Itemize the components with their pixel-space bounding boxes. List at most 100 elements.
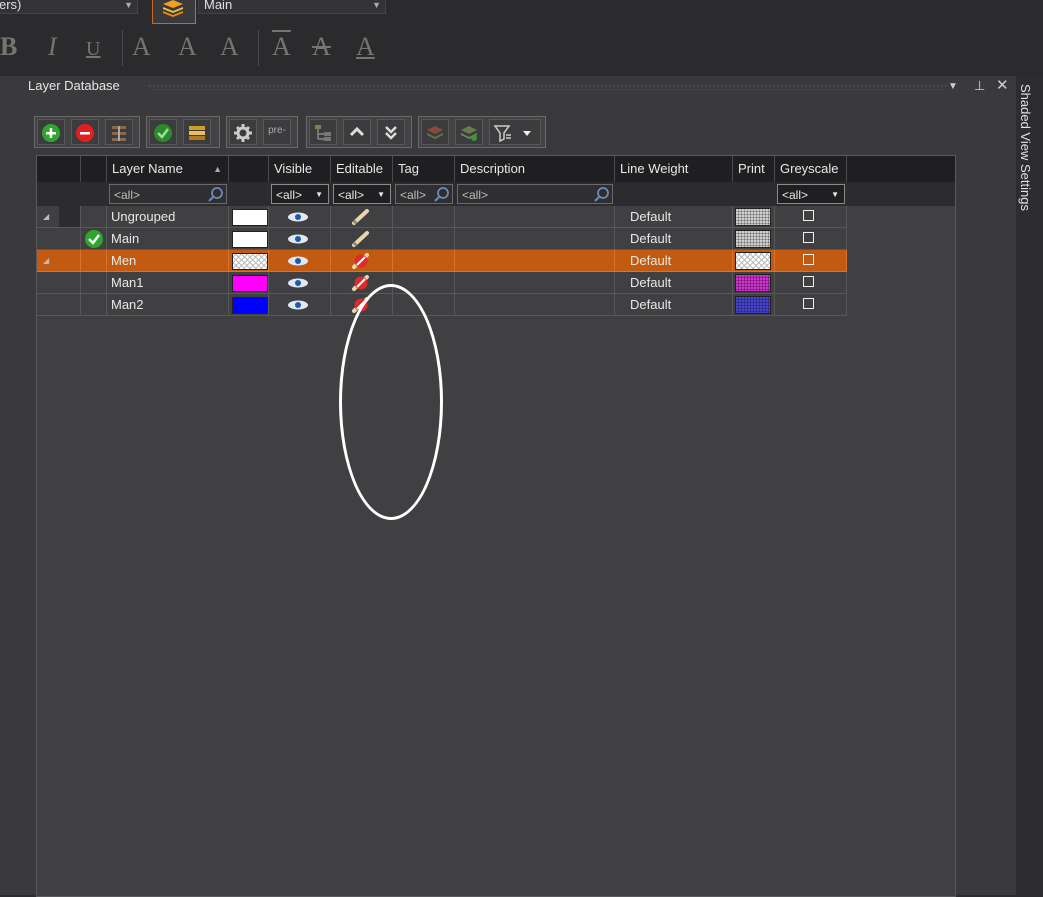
expander-cell[interactable] (37, 294, 59, 316)
editable-cell[interactable] (331, 228, 393, 250)
new-group-button[interactable] (309, 119, 337, 145)
expand-arrow-icon[interactable]: ◢ (43, 206, 49, 228)
dropdown-icon[interactable]: ▼ (948, 81, 958, 92)
expander-cell[interactable] (37, 228, 59, 250)
current-cell[interactable] (81, 294, 107, 316)
table-row[interactable]: Man2 Default (37, 294, 955, 316)
print-cell[interactable] (733, 228, 775, 250)
description-cell[interactable] (455, 228, 615, 250)
current-cell[interactable] (81, 228, 107, 250)
color-cell[interactable] (229, 206, 269, 228)
header-visible[interactable]: Visible (269, 156, 331, 182)
bold-button[interactable]: B (0, 32, 17, 62)
greyscale-cell[interactable] (775, 294, 847, 316)
greyscale-checkbox[interactable] (803, 232, 814, 243)
greyscale-checkbox[interactable] (803, 254, 814, 265)
print-cell[interactable] (733, 250, 775, 272)
table-row[interactable]: Man1 Default (37, 272, 955, 294)
layer-name-cell[interactable]: Main (107, 228, 229, 250)
filter-visible[interactable]: <all> ▼ (271, 184, 329, 204)
move-down-button[interactable] (377, 119, 405, 145)
pre-button[interactable]: pre- (263, 119, 291, 145)
current-cell[interactable] (81, 206, 107, 228)
greyscale-cell[interactable] (775, 272, 847, 294)
tag-cell[interactable] (393, 228, 455, 250)
expander-cell[interactable]: ◢ (37, 250, 59, 272)
italic-button[interactable]: I (48, 32, 57, 62)
visible-cell[interactable] (269, 272, 331, 294)
align-center-button[interactable]: A (178, 32, 197, 62)
tag-cell[interactable] (393, 206, 455, 228)
editable-cell[interactable] (331, 206, 393, 228)
editable-cell[interactable] (331, 250, 393, 272)
layer-name-cell[interactable]: Men (107, 250, 229, 272)
visible-cell[interactable] (269, 294, 331, 316)
move-up-button[interactable] (343, 119, 371, 145)
visible-cell[interactable] (269, 250, 331, 272)
merge-layer-button[interactable] (105, 119, 133, 145)
color-cell[interactable] (229, 294, 269, 316)
line-weight-cell[interactable]: Default (615, 272, 733, 294)
shaded-view-settings-tab[interactable]: Shaded View Settings (1016, 76, 1043, 895)
header-layer-name[interactable]: Layer Name ▲ (107, 156, 229, 182)
expand-arrow-icon[interactable]: ◢ (43, 250, 49, 272)
strikethrough-button[interactable]: A (312, 32, 331, 62)
filter-layer-name[interactable]: <all> (109, 184, 227, 204)
layer-name-cell[interactable]: Ungrouped (107, 206, 229, 228)
expander-cell[interactable] (37, 272, 59, 294)
underline-button[interactable]: U (86, 38, 100, 61)
panel-grip[interactable] (148, 84, 948, 90)
greyscale-checkbox[interactable] (803, 210, 814, 221)
settings-button[interactable] (229, 119, 257, 145)
isolate-button[interactable] (421, 119, 449, 145)
visible-cell[interactable] (269, 206, 331, 228)
greyscale-checkbox[interactable] (803, 276, 814, 287)
table-row[interactable]: Main Default (37, 228, 955, 250)
header-greyscale[interactable]: Greyscale (775, 156, 847, 182)
header-line-weight[interactable]: Line Weight (615, 156, 733, 182)
current-cell[interactable] (81, 272, 107, 294)
current-layer-combo[interactable]: Main ▼ (198, 0, 386, 14)
align-right-button[interactable]: A (220, 32, 239, 62)
layer-name-cell[interactable]: Man2 (107, 294, 229, 316)
line-weight-cell[interactable]: Default (615, 206, 733, 228)
header-print[interactable]: Print (733, 156, 775, 182)
filter-tag[interactable]: <all> (395, 184, 453, 204)
print-cell[interactable] (733, 294, 775, 316)
line-weight-cell[interactable]: Default (615, 294, 733, 316)
filter-greyscale[interactable]: <all> ▼ (777, 184, 845, 204)
delete-layer-button[interactable] (71, 119, 99, 145)
description-cell[interactable] (455, 294, 615, 316)
view-combo[interactable]: ers) ▼ (0, 0, 138, 14)
greyscale-cell[interactable] (775, 228, 847, 250)
line-weight-cell[interactable]: Default (615, 250, 733, 272)
show-all-button[interactable] (455, 119, 483, 145)
header-editable[interactable]: Editable (331, 156, 393, 182)
close-icon[interactable]: ✕ (996, 76, 1009, 94)
tag-cell[interactable] (393, 250, 455, 272)
greyscale-cell[interactable] (775, 250, 847, 272)
greyscale-cell[interactable] (775, 206, 847, 228)
align-left-button[interactable]: A (132, 32, 151, 62)
layer-properties-button[interactable] (183, 119, 211, 145)
table-row[interactable]: ◢ Men Default (37, 250, 955, 272)
table-row[interactable]: ◢ Ungrouped Default (37, 206, 955, 228)
filter-editable[interactable]: <all> ▼ (333, 184, 391, 204)
color-cell[interactable] (229, 228, 269, 250)
layers-button[interactable] (152, 0, 196, 24)
visible-cell[interactable] (269, 228, 331, 250)
greyscale-checkbox[interactable] (803, 298, 814, 309)
color-cell[interactable] (229, 272, 269, 294)
text-underline-button[interactable]: A (356, 32, 375, 62)
header-tag[interactable]: Tag (393, 156, 455, 182)
print-cell[interactable] (733, 272, 775, 294)
add-layer-button[interactable] (37, 119, 65, 145)
description-cell[interactable] (455, 206, 615, 228)
layer-name-cell[interactable]: Man1 (107, 272, 229, 294)
color-cell[interactable] (229, 250, 269, 272)
filter-description[interactable]: <all> (457, 184, 613, 204)
description-cell[interactable] (455, 250, 615, 272)
current-cell[interactable] (81, 250, 107, 272)
description-cell[interactable] (455, 272, 615, 294)
set-current-button[interactable] (149, 119, 177, 145)
